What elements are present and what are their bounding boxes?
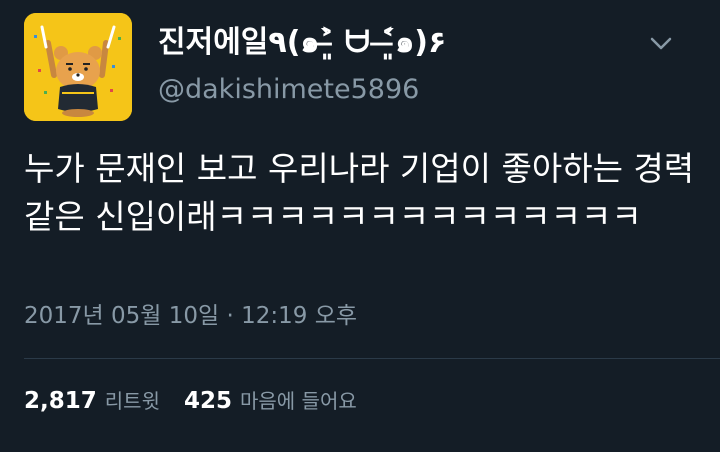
tweet-detail: 진저에일٩(๑˃̶͈̀ ᗨ ˂̶͈́๑)۶ @dakishimete5896 누… [0, 0, 720, 452]
ryan-character-icon [24, 13, 132, 121]
retweets-count: 2,817 [24, 388, 97, 414]
likes-stat[interactable]: 425 마음에 들어요 [184, 385, 357, 417]
divider [24, 358, 720, 359]
tweet-menu-button[interactable] [645, 28, 677, 60]
retweets-stat[interactable]: 2,817 리트윗 [24, 385, 160, 417]
avatar[interactable] [24, 13, 132, 121]
author-handle[interactable]: @dakishimete5896 [158, 72, 419, 108]
likes-count: 425 [183, 388, 232, 414]
retweets-label: 리트윗 [104, 389, 160, 413]
chevron-down-icon [650, 37, 672, 50]
author-display-name[interactable]: 진저에일٩(๑˃̶͈̀ ᗨ ˂̶͈́๑)۶ [158, 24, 446, 62]
tweet-stats: 2,817 리트윗 425 마음에 들어요 [24, 385, 357, 417]
tweet-text: 누가 문재인 보고 우리나라 기업이 좋아하는 경력같은 신입이래ㅋㅋㅋㅋㅋㅋㅋ… [24, 149, 695, 236]
likes-label: 마음에 들어요 [239, 389, 357, 413]
tweet-timestamp: 2017년 05월 10일 · 12:19 오후 [24, 303, 358, 329]
